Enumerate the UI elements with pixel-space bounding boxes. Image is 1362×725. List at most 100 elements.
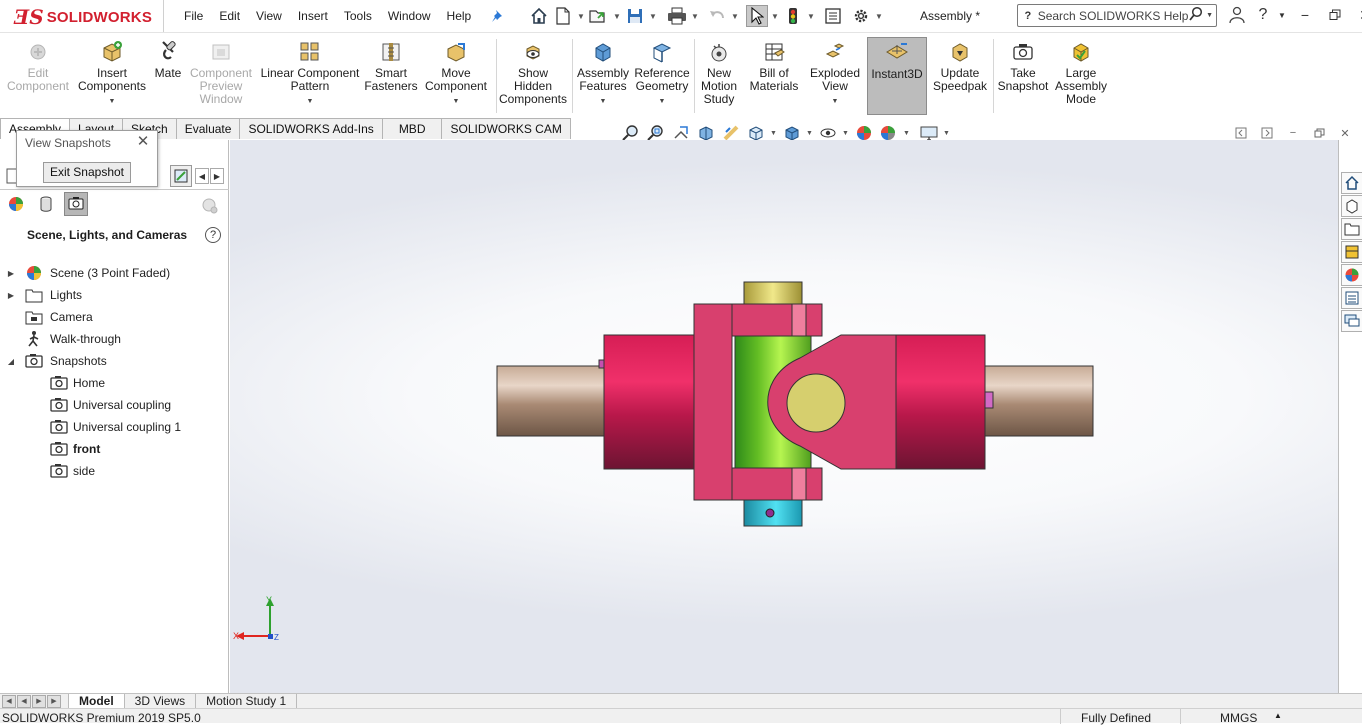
print-dropdown[interactable]: ▼ xyxy=(690,5,700,27)
file-explorer-icon[interactable] xyxy=(1341,218,1362,240)
universal-coupling-model[interactable] xyxy=(495,278,1095,538)
file-properties-icon[interactable] xyxy=(822,5,844,27)
view-palette-icon[interactable] xyxy=(1341,241,1362,263)
minimize-icon[interactable]: − xyxy=(1294,4,1316,26)
options-gear-icon[interactable] xyxy=(850,5,872,27)
print-icon[interactable] xyxy=(666,5,688,27)
new-motion-study-button[interactable]: New Motion Study xyxy=(696,37,742,115)
tree-item-walk-through[interactable]: Walk-through xyxy=(0,328,229,350)
select-dropdown[interactable]: ▼ xyxy=(770,5,780,27)
chevron-up-icon[interactable]: ▲ xyxy=(1274,711,1282,720)
user-account-icon[interactable] xyxy=(1226,4,1248,26)
solidworks-logo[interactable]: ƎS SOLIDWORKS xyxy=(14,5,152,29)
update-speedpak-button[interactable]: Update Speedpak xyxy=(930,37,990,115)
large-assembly-mode-button[interactable]: Large Assembly Mode xyxy=(1054,37,1108,115)
appearances-icon[interactable] xyxy=(4,192,28,216)
snapshot-item-side[interactable]: side xyxy=(0,460,229,482)
cross-pin[interactable] xyxy=(786,373,846,433)
undo-dropdown[interactable]: ▼ xyxy=(730,5,740,27)
tree-item-snapshots[interactable]: ◢ Snapshots xyxy=(0,350,229,372)
expand-arrow-icon[interactable]: ▶ xyxy=(6,291,16,300)
search-icon[interactable] xyxy=(1188,6,1206,25)
solidworks-resources-icon[interactable] xyxy=(1341,172,1362,194)
linear-component-pattern-button[interactable]: Linear Component Pattern ▼ xyxy=(258,37,362,115)
new-dropdown[interactable]: ▼ xyxy=(576,5,586,27)
open-icon[interactable] xyxy=(588,5,610,27)
collapse-left-icon[interactable] xyxy=(1234,126,1248,140)
open-dropdown[interactable]: ▼ xyxy=(612,5,622,27)
tab-solidworks-cam[interactable]: SOLIDWORKS CAM xyxy=(441,118,571,139)
collapse-arrow-icon[interactable]: ◢ xyxy=(6,357,16,366)
search-help-box[interactable]: ? Search SOLIDWORKS Help ▼ xyxy=(1017,4,1217,27)
snapshot-item-home[interactable]: Home xyxy=(0,372,229,394)
search-dropdown[interactable]: ▼ xyxy=(1206,12,1216,19)
insert-components-button[interactable]: Insert Components ▼ xyxy=(76,37,148,115)
chevron-down-icon[interactable]: ▼ xyxy=(770,130,778,137)
design-library-icon[interactable] xyxy=(1341,195,1362,217)
chevron-down-icon[interactable]: ▼ xyxy=(943,130,951,137)
viewport-minimize-icon[interactable]: − xyxy=(1286,126,1300,140)
close-icon[interactable]: ✕ xyxy=(135,134,151,150)
tab-model[interactable]: Model xyxy=(68,694,125,709)
decals-icon[interactable] xyxy=(34,192,58,216)
tabs-scroll-left[interactable]: ◀ xyxy=(195,168,209,184)
bill-of-materials-button[interactable]: Bill of Materials xyxy=(746,37,802,115)
menu-file[interactable]: File xyxy=(176,0,211,32)
tab-solidworks-add-ins[interactable]: SOLIDWORKS Add-Ins xyxy=(239,118,383,139)
chevron-down-icon[interactable]: ▼ xyxy=(842,130,850,137)
chevron-down-icon[interactable]: ▼ xyxy=(76,95,148,108)
rebuild-icon[interactable] xyxy=(782,5,804,27)
snapshot-item-universal-coupling[interactable]: Universal coupling xyxy=(0,394,229,416)
mate-button[interactable]: Mate xyxy=(150,37,186,115)
forum-icon[interactable] xyxy=(1341,310,1362,332)
save-icon[interactable] xyxy=(624,5,646,27)
expand-arrow-icon[interactable]: ▶ xyxy=(6,269,16,278)
tree-item-lights[interactable]: ▶ Lights xyxy=(0,284,229,306)
graphics-area[interactable]: Y X Z xyxy=(230,140,1338,693)
tab-evaluate[interactable]: Evaluate xyxy=(175,118,241,139)
menu-insert[interactable]: Insert xyxy=(290,0,336,32)
chevron-down-icon[interactable]: ▼ xyxy=(806,130,814,137)
restore-icon[interactable] xyxy=(1324,4,1346,26)
viewport-restore-icon[interactable] xyxy=(1312,126,1326,140)
undo-icon[interactable] xyxy=(706,5,728,27)
help-dropdown[interactable]: ▼ xyxy=(1278,4,1286,26)
tree-item-scene[interactable]: ▶ Scene (3 Point Faded) xyxy=(0,262,229,284)
tab-mbd[interactable]: MBD xyxy=(381,118,443,139)
viewport-close-icon[interactable]: ✕ xyxy=(1338,126,1352,140)
assembly-features-button[interactable]: Assembly Features ▼ xyxy=(574,37,632,115)
reference-geometry-button[interactable]: Reference Geometry ▼ xyxy=(632,37,692,115)
instant3d-button[interactable]: Instant3D xyxy=(867,37,927,115)
close-icon[interactable]: ✕ xyxy=(1354,4,1362,26)
menu-help[interactable]: Help xyxy=(439,0,480,32)
home-icon[interactable] xyxy=(528,5,550,27)
new-document-icon[interactable] xyxy=(552,5,574,27)
take-snapshot-button[interactable]: Take Snapshot xyxy=(995,37,1051,115)
snapshot-item-front[interactable]: front xyxy=(0,438,229,460)
smart-fasteners-button[interactable]: Smart Fasteners xyxy=(364,37,418,115)
scene-lights-cameras-icon[interactable] xyxy=(64,192,88,216)
left-yoke[interactable] xyxy=(693,303,733,501)
help-icon[interactable]: ? xyxy=(205,227,221,243)
left-shaft[interactable] xyxy=(496,365,616,437)
first-tab-icon[interactable]: ◀ xyxy=(2,695,16,708)
component-preview-window-button[interactable]: Component Preview Window xyxy=(188,37,254,115)
left-sleeve[interactable] xyxy=(603,334,699,470)
select-pointer-icon[interactable] xyxy=(746,5,768,27)
exit-snapshot-button[interactable]: Exit Snapshot xyxy=(43,162,131,183)
search-input[interactable]: Search SOLIDWORKS Help xyxy=(1038,9,1189,23)
tree-item-camera[interactable]: Camera xyxy=(0,306,229,328)
exploded-view-button[interactable]: Exploded View ▼ xyxy=(806,37,864,115)
right-sleeve[interactable] xyxy=(892,334,986,470)
move-component-button[interactable]: Move Component ▼ xyxy=(420,37,492,115)
menu-edit[interactable]: Edit xyxy=(211,0,248,32)
last-tab-icon[interactable]: ▶ xyxy=(47,695,61,708)
pin-menu-icon[interactable] xyxy=(490,8,506,24)
menu-tools[interactable]: Tools xyxy=(336,0,380,32)
appearances-scenes-icon[interactable] xyxy=(1341,264,1362,286)
chevron-down-icon[interactable]: ▼ xyxy=(806,95,864,108)
help-icon[interactable]: ? xyxy=(1256,4,1270,26)
edit-component-button[interactable]: Edit Component xyxy=(4,37,72,115)
tabs-scroll-right[interactable]: ▶ xyxy=(210,168,224,184)
show-hidden-components-button[interactable]: Show Hidden Components xyxy=(498,37,568,115)
